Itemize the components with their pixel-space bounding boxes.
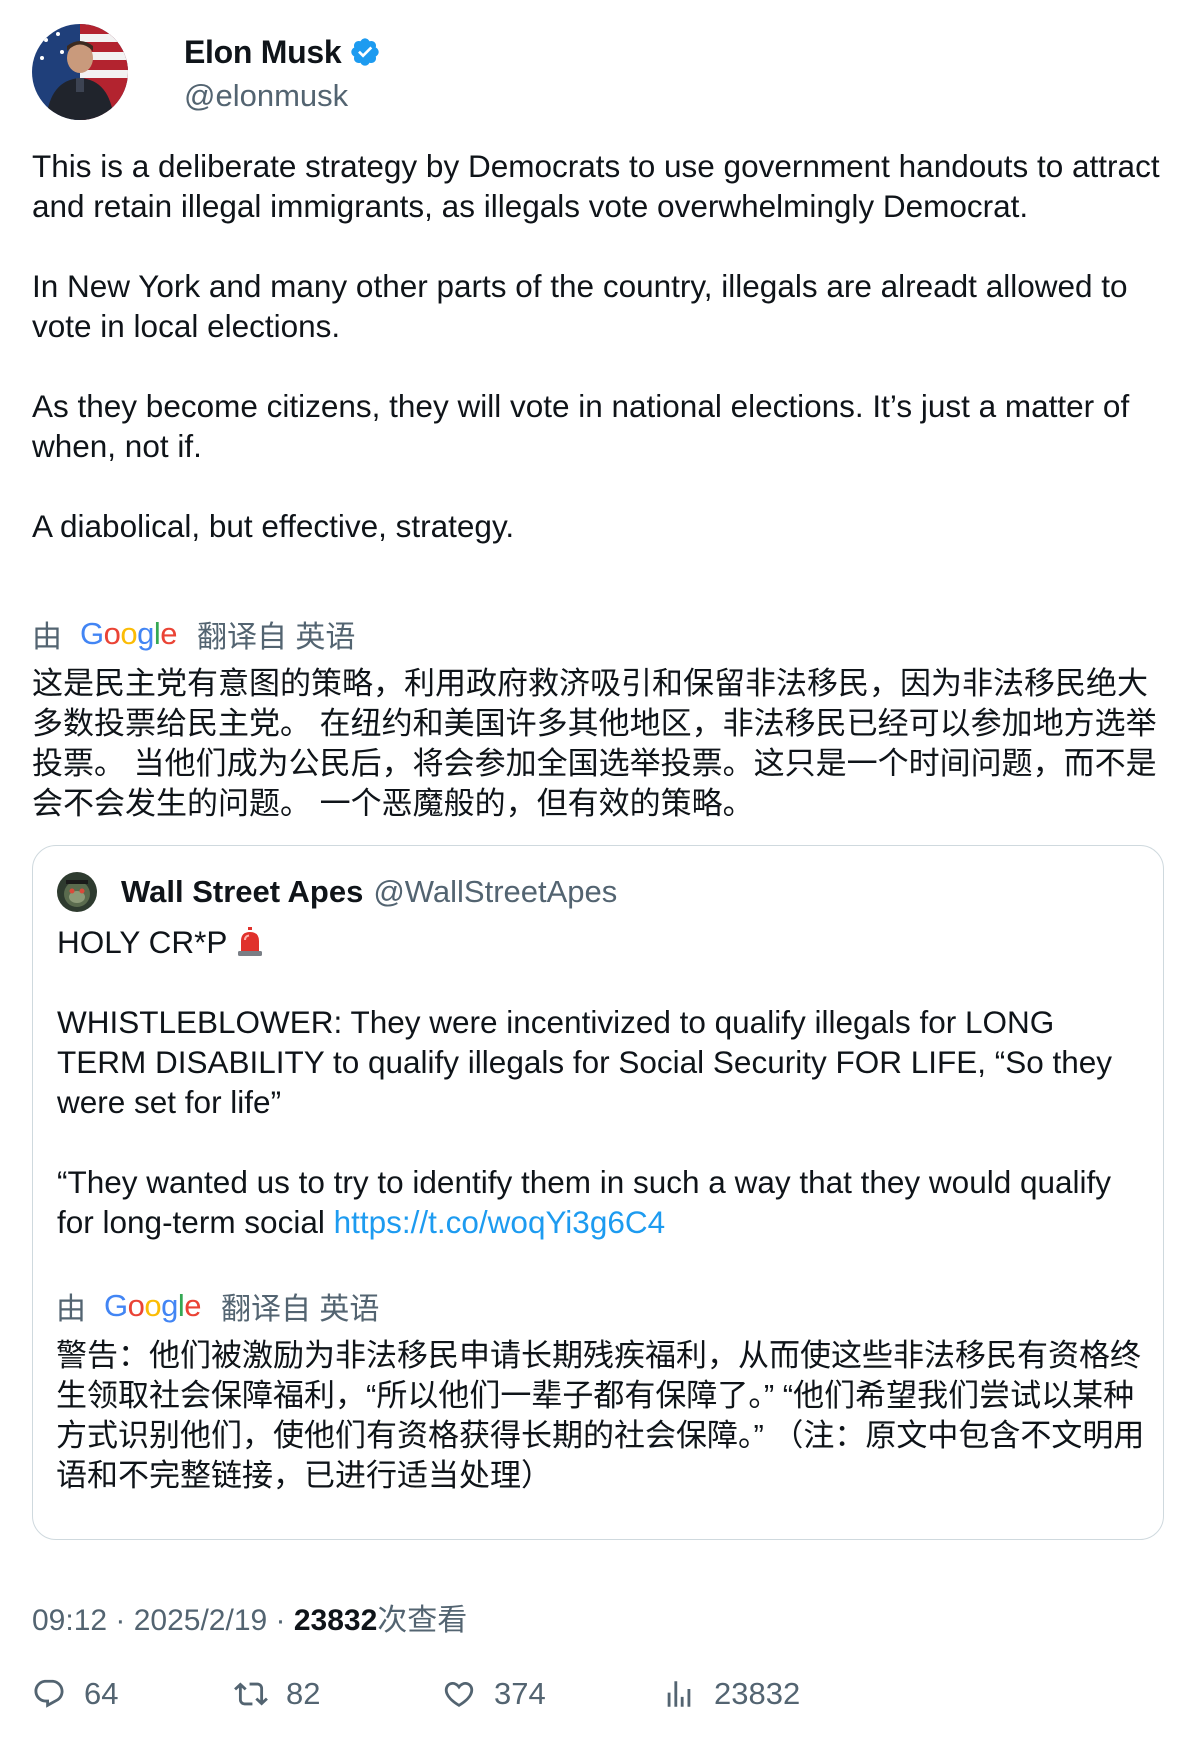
translation-source-label: 翻译自 英语 — [197, 621, 356, 654]
view-count-label: 次查看 — [377, 1604, 468, 1637]
tweet-text: This is a deliberate strategy by Democra… — [32, 148, 1160, 544]
author-avatar[interactable] — [32, 24, 128, 120]
repost-button[interactable]: 82 — [234, 1676, 320, 1712]
quoted-tweet-translation: 警告：他们被激励为非法移民申请长期残疾福利，从而使这些非法移民有资格终生领取社会… — [56, 1338, 1145, 1493]
tweet-header: Elon Musk @elonmusk — [32, 24, 381, 120]
reply-count: 64 — [84, 1676, 119, 1711]
tweet-translation: 这是民主党有意图的策略，利用政府救济吸引和保留非法移民，因为非法移民绝大多数投票… — [32, 666, 1157, 821]
like-count: 374 — [494, 1676, 546, 1711]
like-icon — [444, 1681, 474, 1707]
quoted-author-avatar — [57, 872, 97, 912]
views-button[interactable]: 23832 — [662, 1676, 800, 1712]
timestamp-text[interactable]: 09:12 · 2025/2/19 · — [32, 1604, 294, 1637]
view-count: 23832 — [293, 1604, 378, 1637]
siren-icon — [237, 927, 262, 956]
google-logo: Google — [80, 616, 178, 651]
google-logo: Google — [104, 1288, 202, 1323]
like-button[interactable]: 374 — [442, 1676, 546, 1712]
views-count: 23832 — [714, 1676, 801, 1711]
reply-icon — [34, 1679, 64, 1708]
tweet-timestamp: 09:12 · 2025/2/19 · 23832次查看 — [32, 1595, 467, 1639]
reply-button[interactable]: 64 — [32, 1676, 118, 1712]
quoted-translation-by-label: 由 — [56, 1293, 86, 1326]
views-icon — [667, 1681, 691, 1707]
action-bar: 64 82 374 23832 — [32, 1676, 1172, 1724]
author-display-name[interactable]: Elon Musk — [184, 34, 342, 71]
translation-by-label: 由 — [32, 621, 62, 654]
author-handle[interactable]: @elonmusk — [184, 78, 381, 114]
repost-count: 82 — [286, 1676, 321, 1711]
repost-icon — [234, 1682, 268, 1706]
quoted-translation-attribution: 由 Google 翻译自 英语 — [56, 1284, 379, 1328]
quoted-text-first-line: HOLY CR*P — [57, 924, 236, 960]
quoted-translation-source-label: 翻译自 英语 — [221, 1293, 380, 1326]
quoted-tweet-link[interactable]: https://t.co/woqYi3g6C4 — [334, 1204, 666, 1240]
quoted-author-handle: @WallStreetApes — [373, 874, 618, 909]
quoted-tweet-text: HOLY CR*P WHISTLEBLOWER: They were incen… — [57, 922, 1147, 1242]
verified-icon — [351, 38, 379, 66]
translation-attribution: 由 Google 翻译自 英语 — [32, 612, 355, 656]
quoted-author-display-name: Wall Street Apes — [121, 874, 364, 909]
